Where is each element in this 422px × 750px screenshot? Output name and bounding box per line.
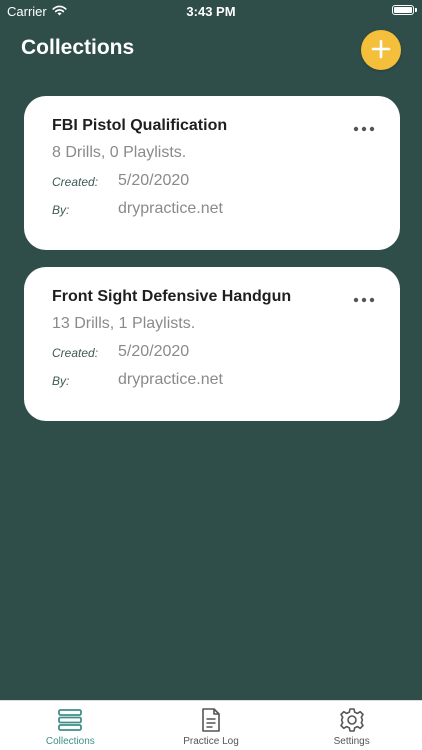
tab-label: Collections (45, 736, 95, 747)
add-collection-button[interactable] (361, 30, 401, 70)
by-value: drypractice.net (118, 371, 223, 388)
by-label: By: (52, 203, 70, 217)
collection-card[interactable]: Front Sight Defensive Handgun 13 Drills,… (24, 267, 400, 421)
gear-icon (339, 707, 365, 733)
collection-card[interactable]: FBI Pistol Qualification 8 Drills, 0 Pla… (24, 96, 400, 250)
page-title: Collections (21, 36, 135, 59)
status-bar: Carrier 3:43 PM (0, 0, 422, 22)
document-icon (198, 707, 224, 733)
tab-label: Practice Log (183, 736, 239, 747)
collection-summary: 13 Drills, 1 Playlists. (52, 315, 196, 332)
created-value: 5/20/2020 (118, 172, 190, 189)
by-value: drypractice.net (118, 200, 223, 217)
created-value: 5/20/2020 (118, 343, 190, 360)
status-time: 3:43 PM (186, 4, 236, 19)
battery-cap (415, 8, 417, 12)
tab-collections[interactable]: Collections (0, 701, 141, 750)
created-label: Created: (52, 346, 99, 360)
collection-summary: 8 Drills, 0 Playlists. (52, 144, 187, 161)
tab-practice-log[interactable]: Practice Log (141, 701, 282, 750)
tab-bar: Collections Practice Log Settings (0, 700, 422, 750)
collection-title: Front Sight Defensive Handgun (52, 288, 292, 305)
more-options-button[interactable] (352, 122, 376, 134)
created-label: Created: (52, 175, 99, 189)
tab-settings[interactable]: Settings (281, 701, 422, 750)
collection-title: FBI Pistol Qualification (52, 117, 228, 134)
stack-icon (57, 707, 83, 733)
ellipsis-icon (353, 290, 375, 308)
plus-icon (371, 39, 391, 62)
ellipsis-icon (353, 119, 375, 137)
tab-label: Settings (333, 736, 370, 747)
more-options-button[interactable] (352, 293, 376, 305)
battery-icon (392, 5, 414, 15)
by-label: By: (52, 374, 70, 388)
